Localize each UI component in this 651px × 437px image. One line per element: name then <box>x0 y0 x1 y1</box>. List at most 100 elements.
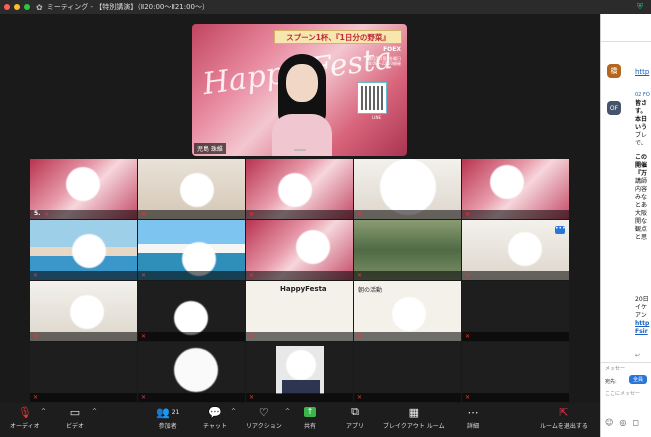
chat-message: 20日 イケ アン http Fsir <box>635 296 650 335</box>
audio-button[interactable]: 🎙 オーディオ <box>10 403 40 431</box>
participant-tile[interactable]: ••• ✕ <box>462 220 569 280</box>
participant-tile[interactable]: ✕ <box>246 342 353 402</box>
emoji-icon[interactable]: ◎ <box>619 418 626 427</box>
participant-tile[interactable]: ✕ <box>138 281 245 341</box>
mic-muted-icon: ✕ <box>141 272 147 279</box>
mic-muted-icon: ✕ <box>465 394 471 401</box>
participant-tile[interactable]: HappyFesta ✕ <box>246 281 353 341</box>
reply-icon[interactable]: ↩ <box>635 352 640 359</box>
mic-muted-icon: ✕ <box>357 333 363 340</box>
meeting-stage: スプーン1杯、『1日分の野菜』 Happy Festa FOEX 毎月第1第3金… <box>0 14 600 403</box>
participant-tile[interactable]: ✕ <box>462 159 569 219</box>
participant-tile[interactable]: ✕ <box>246 220 353 280</box>
shield-icon[interactable]: ⛨ <box>637 2 643 12</box>
mic-muted-icon: ✕ <box>465 333 471 340</box>
participant-tile[interactable]: ✕ <box>138 220 245 280</box>
mic-muted-icon: ✕ <box>33 272 39 279</box>
chat-sender: 02 FO <box>635 92 650 98</box>
participant-tile[interactable]: ✕ <box>354 220 461 280</box>
maximize-window-button[interactable] <box>24 4 30 10</box>
meeting-toolbar: 🎙 オーディオ ^ ▭ ビデオ ^ 👥 21 参加者 💬 チャット ^ ♡ リアク… <box>0 403 600 437</box>
breakout-grid-icon: ▦ <box>408 405 419 419</box>
participants-label: 参加者 <box>158 423 177 430</box>
share-button[interactable]: ↑ 共有 <box>304 403 316 430</box>
reaction-options-arrow[interactable]: ^ <box>285 408 290 415</box>
participants-icon: 👥 21 <box>156 405 180 419</box>
brand-label: FOEX <box>383 46 401 53</box>
leave-room-button[interactable]: ⇱ ルームを退出する <box>540 403 588 431</box>
chat-label: チャット <box>203 423 227 430</box>
audio-options-arrow[interactable]: ^ <box>41 408 46 415</box>
participant-tile[interactable]: ✕ <box>30 281 137 341</box>
avatar: OF <box>607 101 621 115</box>
participant-tile[interactable]: ✕ <box>246 159 353 219</box>
mic-muted-icon: ✕ <box>249 394 255 401</box>
chat-composer-label: メッセー <box>605 366 626 372</box>
chat-message: 皆さ す。 本日 いう ブレ で、 この 開催 『万 講師 内容 みな とあ 大… <box>635 100 648 241</box>
event-dates: 毎月第1第3金曜日 18:00〜22:00開催 <box>366 56 401 66</box>
participant-tile[interactable]: ✕ <box>462 281 569 341</box>
audio-label: オーディオ <box>10 423 40 430</box>
participant-tile[interactable]: ✕ <box>354 342 461 402</box>
mic-muted-icon: ✕ <box>249 211 255 218</box>
minimize-window-button[interactable] <box>14 4 20 10</box>
chat-panel: http 橋 02 FO OF 皆さ す。 本日 いう ブレ で、 この 開催 … <box>600 14 651 437</box>
speaker-person <box>272 54 332 156</box>
chat-options-arrow[interactable]: ^ <box>231 408 236 415</box>
video-button[interactable]: ▭ ビデオ <box>66 403 84 431</box>
participant-tile[interactable]: ✕ <box>30 220 137 280</box>
participant-tile[interactable]: ✕ <box>30 342 137 402</box>
tile-more-button[interactable]: ••• <box>555 226 566 234</box>
share-label: 共有 <box>304 423 317 430</box>
qr-code-image <box>357 82 387 114</box>
details-label: 詳細 <box>467 423 480 430</box>
date-line: 18:00〜22:00開催 <box>365 61 401 66</box>
poster-title: 朝の活動 <box>358 287 383 294</box>
mic-muted-icon: ✕ <box>465 211 471 218</box>
heart-icon: ♡ <box>258 405 269 419</box>
mic-muted-icon: ✕ <box>465 272 471 279</box>
participant-tile[interactable]: 朝の活動 ✕ <box>354 281 461 341</box>
chat-icon: 💬 <box>208 405 222 419</box>
chat-button[interactable]: 💬 チャット <box>203 403 227 431</box>
participant-tile[interactable]: ✕ <box>462 342 569 402</box>
participant-tile[interactable]: ✕ <box>138 159 245 219</box>
participant-tile[interactable]: ✕ <box>138 342 245 402</box>
reaction-label: リアクション <box>246 423 282 430</box>
qr-label: LINE <box>372 115 381 120</box>
apps-label: アプリ <box>346 423 365 430</box>
leave-label: ルームを退出する <box>540 423 588 430</box>
format-icon[interactable]: ☺ <box>605 418 613 427</box>
active-speaker-video[interactable]: スプーン1杯、『1日分の野菜』 Happy Festa FOEX 毎月第1第3金… <box>192 24 407 156</box>
zoom-logo-icon: ✿ <box>36 2 43 12</box>
file-icon[interactable]: ◻ <box>632 418 639 427</box>
mic-muted-icon: ✕ <box>141 211 147 218</box>
chat-link[interactable]: http <box>635 68 649 76</box>
participant-tile[interactable]: ✕ <box>354 159 461 219</box>
apps-button[interactable]: ⧉ アプリ <box>346 403 364 430</box>
video-options-arrow[interactable]: ^ <box>92 408 97 415</box>
send-to-dropdown[interactable]: 全員 <box>629 375 648 384</box>
send-to-label: 宛先: <box>605 379 617 385</box>
speaker-name-tag: 児島 珠維 <box>194 143 226 154</box>
chat-input[interactable]: ここにメッセー <box>605 390 651 402</box>
composer-tools: ☺ ◎ ◻ <box>605 418 639 427</box>
gallery-grid: 5. ✕ ✕ ✕ ✕ ✕ ✕ ✕ ✕ ✕ ••• ✕ ✕ ✕ HappyFest… <box>30 159 570 402</box>
more-details-button[interactable]: ⋯ 詳細 <box>467 403 480 431</box>
participants-button[interactable]: 👥 21 参加者 <box>156 403 180 431</box>
mic-muted-icon: ✕ <box>33 333 39 340</box>
more-icon: ⋯ <box>467 405 479 419</box>
breakout-rooms-button[interactable]: ▦ ブレイクアウト ルーム <box>383 403 445 431</box>
window-titlebar: ✿ ミーティング - 【特別講演】（Ⅱ20:00〜Ⅱ21:00〜） ⛨ <box>0 0 651 14</box>
poster-title: HappyFesta <box>280 285 327 293</box>
participant-tile[interactable]: 5. ✕ <box>30 159 137 219</box>
camera-icon: ▭ <box>69 405 81 419</box>
breakout-label: ブレイクアウト ルーム <box>383 423 445 430</box>
tile-label: 5. <box>34 210 41 217</box>
reaction-button[interactable]: ♡ リアクション <box>246 403 282 431</box>
close-window-button[interactable] <box>4 4 10 10</box>
leave-door-icon: ⇱ <box>559 405 569 419</box>
mic-muted-icon: ✕ <box>357 272 363 279</box>
resize-handle[interactable] <box>294 149 306 151</box>
mic-muted-icon: ✕ <box>33 394 39 401</box>
